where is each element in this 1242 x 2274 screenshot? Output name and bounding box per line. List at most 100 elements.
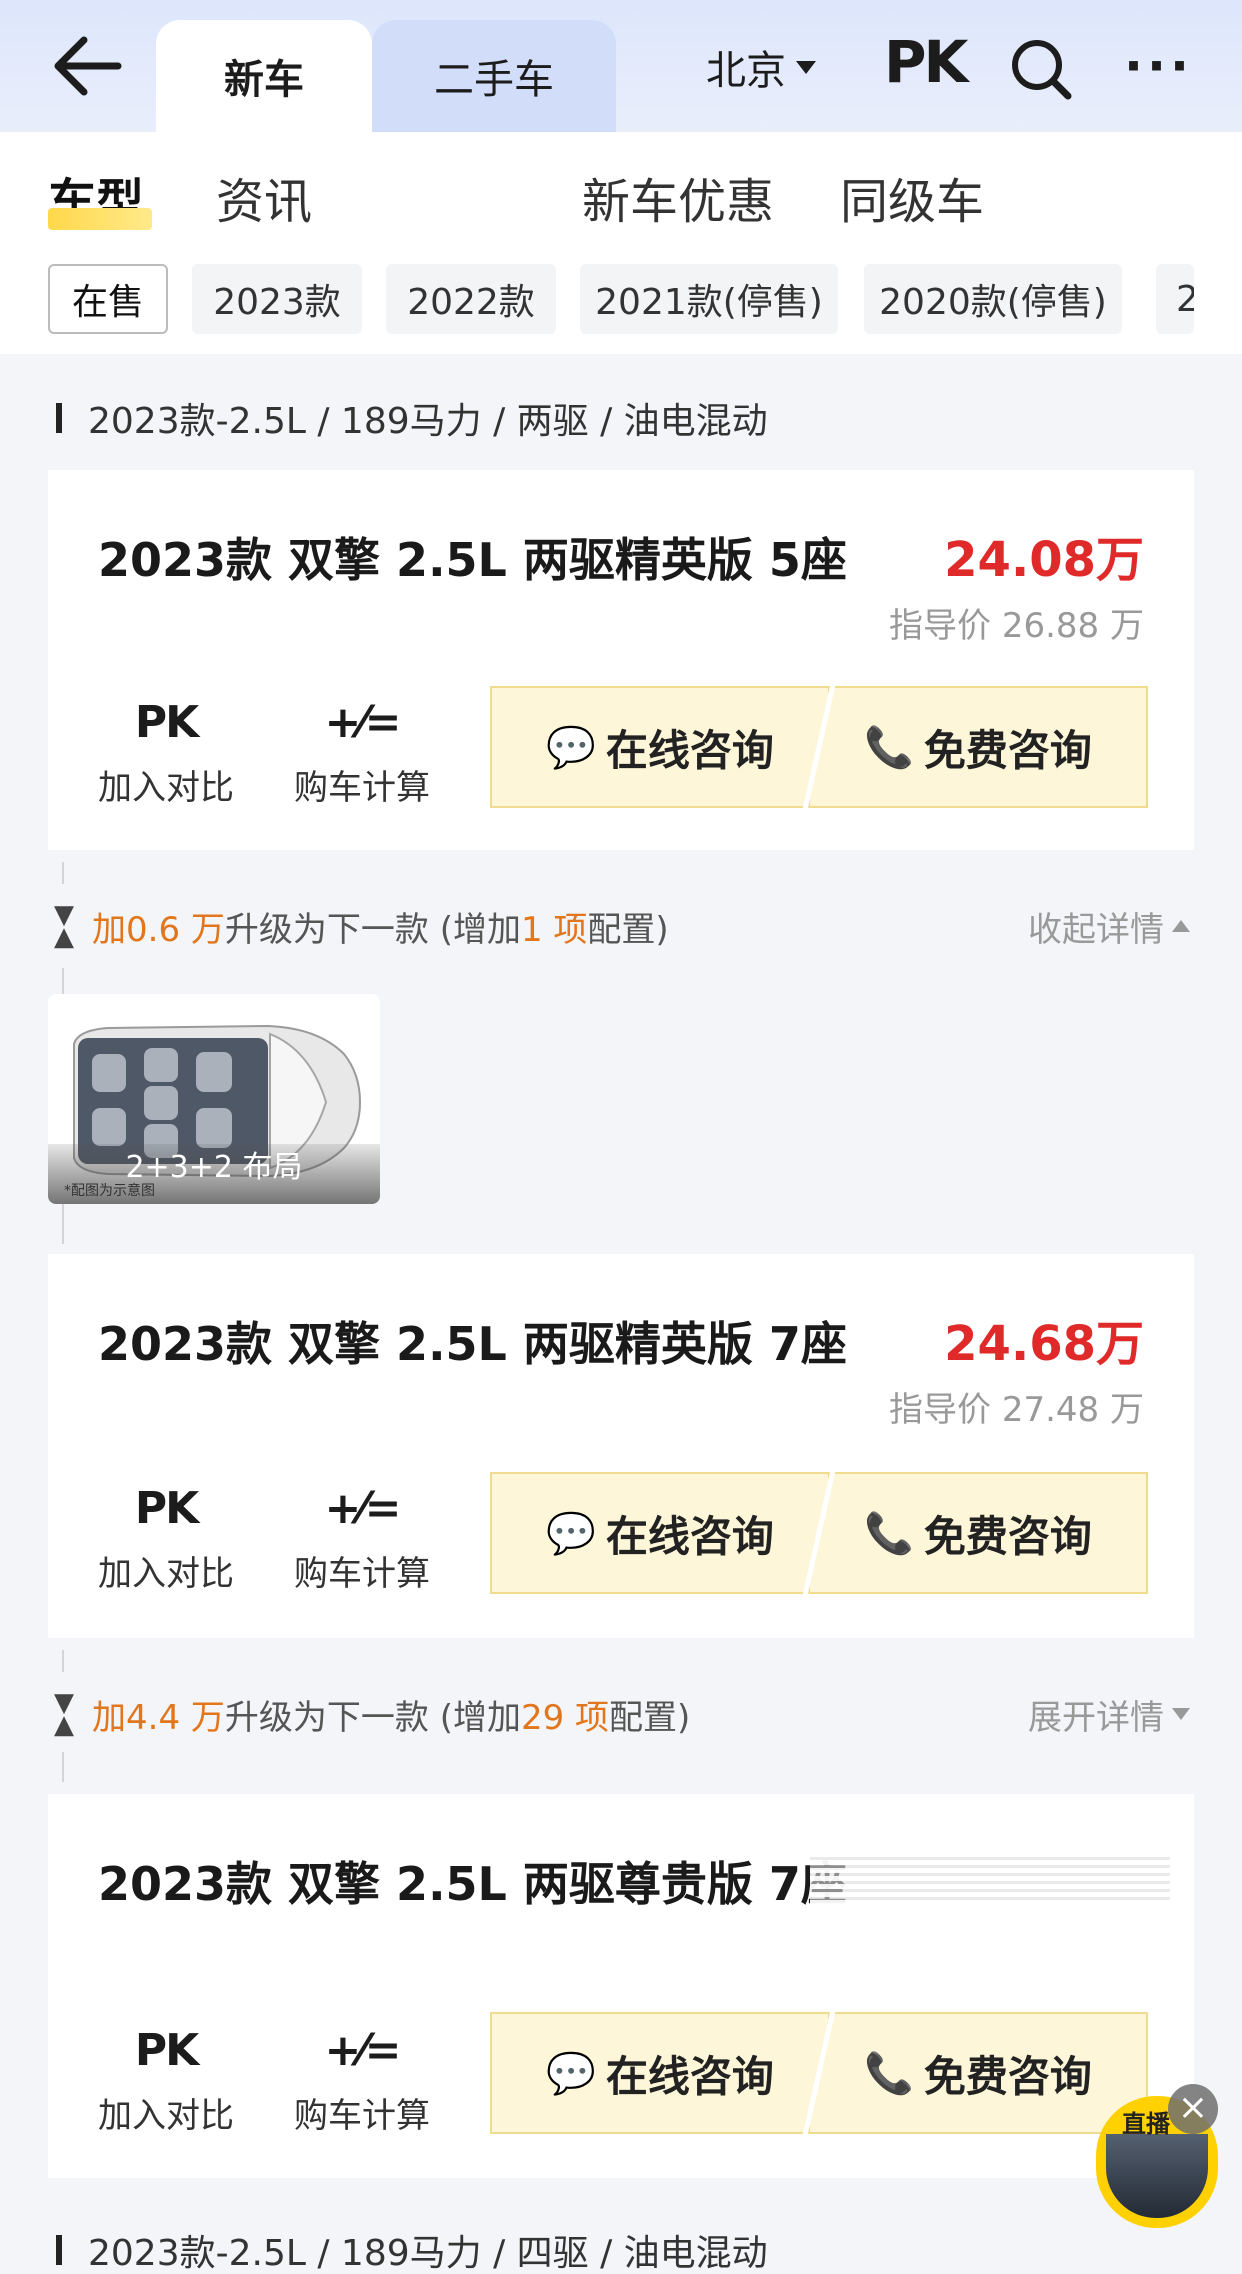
collapse-details-toggle[interactable]: 收起详情 bbox=[1028, 902, 1190, 951]
calculator-label: 购车计算 bbox=[294, 1554, 430, 1594]
guide-price: 指导价 27.48 万 bbox=[889, 1390, 1144, 1430]
pk-button[interactable]: PK bbox=[884, 28, 968, 96]
add-compare-label: 加入对比 bbox=[98, 2096, 234, 2136]
online-consult-label: 在线咨询 bbox=[605, 725, 774, 775]
upgrade-prefix: 加 bbox=[92, 909, 126, 950]
chip-2021[interactable]: 2021款(停售) bbox=[580, 264, 838, 334]
toggle-label: 收起详情 bbox=[1028, 909, 1164, 950]
free-consult-button[interactable]: 📞 免费咨询 bbox=[808, 1472, 1148, 1594]
add-compare-label: 加入对比 bbox=[98, 768, 234, 808]
pk-icon: PK bbox=[134, 1483, 199, 1534]
calculator-icon: +⁄= bbox=[324, 1483, 401, 1534]
add-compare-label: 加入对比 bbox=[98, 1554, 234, 1594]
chip-2023[interactable]: 2023款 bbox=[192, 264, 362, 334]
upgrade-prefix: 加 bbox=[92, 1697, 126, 1738]
upgrade-suffix: 配置) bbox=[587, 909, 669, 950]
connector-line bbox=[62, 862, 64, 884]
search-icon[interactable] bbox=[1006, 34, 1076, 104]
free-consult-label: 免费咨询 bbox=[923, 2051, 1092, 2101]
caret-up-icon bbox=[1172, 920, 1190, 932]
trim-title: 2023款 双擎 2.5L 两驱精英版 7座 bbox=[98, 1317, 847, 1371]
section-heading-text: 2023款-2.5L / 189马力 / 两驱 / 油电混动 bbox=[88, 401, 768, 442]
sub-navigation: 车型 资讯 新车优惠 同级车 bbox=[0, 132, 1242, 252]
section-marker bbox=[56, 403, 62, 433]
connector-line bbox=[62, 1650, 64, 1672]
active-tab-highlight bbox=[48, 208, 152, 230]
upgrade-amount: 4.4 万 bbox=[126, 1697, 225, 1738]
online-consult-label: 在线咨询 bbox=[605, 2051, 774, 2101]
chip-2022[interactable]: 2022款 bbox=[386, 264, 556, 334]
tab-news[interactable]: 资讯 bbox=[216, 162, 312, 232]
upgrade-middle: 升级为下一款 (增加 bbox=[224, 1697, 521, 1738]
connector-line bbox=[62, 968, 64, 994]
live-tag: 直播 bbox=[1122, 2110, 1170, 2138]
phone-icon: 📞 bbox=[864, 724, 914, 771]
trim-card[interactable]: 2023款 双擎 2.5L 两驱精英版 5座 24.08万 指导价 26.88 … bbox=[48, 470, 1194, 850]
tab-same-class[interactable]: 同级车 bbox=[840, 162, 984, 232]
upgrade-suffix: 配置) bbox=[609, 1697, 691, 1738]
online-consult-label: 在线咨询 bbox=[605, 1511, 774, 1561]
pk-icon: PK bbox=[134, 2025, 199, 2076]
close-icon[interactable]: × bbox=[1168, 2084, 1218, 2134]
calculator-icon: +⁄= bbox=[324, 697, 401, 748]
chat-icon: 💬 bbox=[546, 724, 596, 771]
tab-new-car-deals[interactable]: 新车优惠 bbox=[582, 162, 774, 232]
city-selector[interactable]: 北京 bbox=[706, 38, 816, 96]
upgrade-count: 1 项 bbox=[520, 909, 588, 950]
calculator-label: 购车计算 bbox=[294, 768, 430, 808]
caret-down-icon bbox=[796, 60, 816, 74]
upgrade-count: 29 项 bbox=[520, 1697, 610, 1738]
illustration-note: *配图为示意图 bbox=[64, 1183, 155, 1199]
free-consult-label: 免费咨询 bbox=[923, 1511, 1092, 1561]
seat-layout-image[interactable]: 2+3+2 布局 *配图为示意图 bbox=[48, 994, 380, 1204]
upgrade-row[interactable]: ▼ ▲ 加 0.6 万 升级为下一款 (增加 1 项 配置) 收起详情 bbox=[44, 896, 1198, 956]
online-consult-button[interactable]: 💬 在线咨询 bbox=[490, 1472, 830, 1594]
free-consult-button[interactable]: 📞 免费咨询 bbox=[808, 686, 1148, 808]
calculator-label: 购车计算 bbox=[294, 2096, 430, 2136]
city-label: 北京 bbox=[706, 48, 786, 94]
calculator-icon: +⁄= bbox=[324, 2025, 401, 2076]
upgrade-row[interactable]: ▼ ▲ 加 4.4 万 升级为下一款 (增加 29 项 配置) 展开详情 bbox=[44, 1684, 1198, 1744]
toggle-label: 展开详情 bbox=[1028, 1697, 1164, 1738]
pk-icon: PK bbox=[134, 697, 199, 748]
add-compare-button[interactable]: PK 加入对比 bbox=[86, 1484, 246, 1595]
section-heading: 2023款-2.5L / 189马力 / 两驱 / 油电混动 bbox=[56, 392, 768, 444]
upgrade-icon: ▼ ▲ bbox=[54, 900, 74, 952]
trim-card[interactable]: 2023款 双擎 2.5L 两驱精英版 7座 24.68万 指导价 27.48 … bbox=[48, 1254, 1194, 1638]
upgrade-icon: ▼ ▲ bbox=[54, 1688, 74, 1740]
trim-title: 2023款 双擎 2.5L 两驱精英版 5座 bbox=[98, 533, 847, 587]
connector-line bbox=[62, 1204, 64, 1244]
free-consult-label: 免费咨询 bbox=[923, 725, 1092, 775]
trim-price: 24.68万 bbox=[944, 1316, 1144, 1372]
connector-line bbox=[62, 1752, 64, 1782]
purchase-calculator-button[interactable]: +⁄= 购车计算 bbox=[282, 2026, 442, 2137]
upgrade-middle: 升级为下一款 (增加 bbox=[224, 909, 521, 950]
tab-new-car[interactable]: 新车 bbox=[156, 20, 372, 132]
add-compare-button[interactable]: PK 加入对比 bbox=[86, 2026, 246, 2137]
phone-icon: 📞 bbox=[864, 1510, 914, 1557]
chip-on-sale[interactable]: 在售 bbox=[48, 264, 168, 334]
expand-details-toggle[interactable]: 展开详情 bbox=[1028, 1690, 1190, 1739]
guide-price: 指导价 26.88 万 bbox=[889, 606, 1144, 646]
upgrade-amount: 0.6 万 bbox=[126, 909, 225, 950]
chat-icon: 💬 bbox=[546, 2050, 596, 2097]
live-stream-widget[interactable]: 直播 × bbox=[1096, 2084, 1218, 2234]
loading-shimmer bbox=[810, 1852, 1170, 1904]
trim-price: 24.08万 bbox=[944, 532, 1144, 588]
chip-partial[interactable]: 2 bbox=[1156, 264, 1194, 334]
top-bar: 新车 二手车 北京 PK ··· bbox=[0, 0, 1242, 132]
chat-icon: 💬 bbox=[546, 1510, 596, 1557]
phone-icon: 📞 bbox=[864, 2050, 914, 2097]
more-icon[interactable]: ··· bbox=[1124, 41, 1193, 91]
online-consult-button[interactable]: 💬 在线咨询 bbox=[490, 686, 830, 808]
section-heading-text: 2023款-2.5L / 189马力 / 四驱 / 油电混动 bbox=[88, 2233, 768, 2274]
section-heading: 2023款-2.5L / 189马力 / 四驱 / 油电混动 bbox=[56, 2224, 768, 2274]
tab-used-car[interactable]: 二手车 bbox=[372, 20, 616, 132]
purchase-calculator-button[interactable]: +⁄= 购车计算 bbox=[282, 698, 442, 809]
online-consult-button[interactable]: 💬 在线咨询 bbox=[490, 2012, 830, 2134]
purchase-calculator-button[interactable]: +⁄= 购车计算 bbox=[282, 1484, 442, 1595]
chip-2020[interactable]: 2020款(停售) bbox=[864, 264, 1122, 334]
add-compare-button[interactable]: PK 加入对比 bbox=[86, 698, 246, 809]
back-arrow-icon[interactable] bbox=[48, 30, 126, 102]
trim-title: 2023款 双擎 2.5L 两驱尊贵版 7座 bbox=[98, 1857, 847, 1911]
